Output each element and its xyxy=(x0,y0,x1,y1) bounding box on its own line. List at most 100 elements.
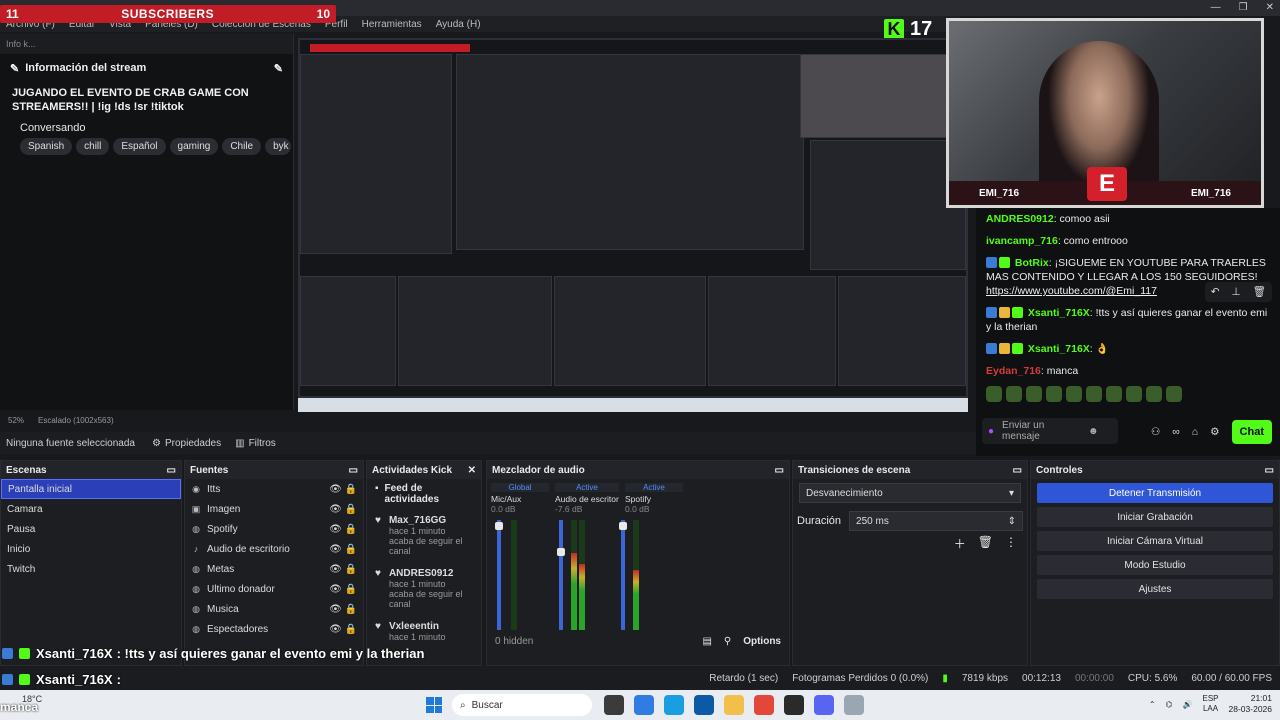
zoom-level[interactable]: 52% xyxy=(8,416,24,425)
transition-select[interactable]: Desvanecimiento ▾ xyxy=(799,483,1021,503)
visibility-icon[interactable]: 👁 xyxy=(329,564,342,575)
chat-user[interactable]: Eydan_716 xyxy=(986,365,1041,377)
obs-icon[interactable] xyxy=(784,695,804,715)
dock-menu-icon[interactable]: ▭ xyxy=(775,465,784,476)
dock-menu-icon[interactable]: ▭ xyxy=(1265,465,1274,476)
emote-icon[interactable] xyxy=(1026,386,1042,402)
visibility-icon[interactable]: 👁 xyxy=(329,584,342,595)
more-icon[interactable]: ⋮ xyxy=(1005,535,1017,552)
spotify-fader[interactable] xyxy=(621,520,625,630)
chat-link[interactable]: https://www.youtube.com/@Emi_117 xyxy=(986,285,1157,297)
emote-icon[interactable] xyxy=(1126,386,1142,402)
lock-icon[interactable]: 🔒 xyxy=(345,624,357,635)
options-button[interactable]: Options xyxy=(743,636,781,647)
scene-item[interactable]: Inicio xyxy=(1,539,181,559)
file-explorer-icon[interactable] xyxy=(724,695,744,715)
emote-icon[interactable] xyxy=(1146,386,1162,402)
visibility-icon[interactable]: 👁 xyxy=(329,624,342,635)
lock-icon[interactable]: 🔒 xyxy=(345,484,357,495)
desktop-fader[interactable] xyxy=(559,520,563,630)
emote-icon[interactable] xyxy=(1166,386,1182,402)
store-app-icon[interactable] xyxy=(694,695,714,715)
visibility-icon[interactable]: 👁 xyxy=(329,524,342,535)
users-icon[interactable]: ⚇ xyxy=(1151,425,1160,439)
dock-menu-icon[interactable]: ▭ xyxy=(167,465,176,476)
source-item[interactable]: ▣ Imagen 👁 🔒 xyxy=(185,499,363,519)
emote-icon[interactable] xyxy=(1006,386,1022,402)
emote-icon[interactable] xyxy=(986,386,1002,402)
emote-icon[interactable] xyxy=(1066,386,1082,402)
edit-icon[interactable]: ✎ xyxy=(274,62,283,75)
source-item[interactable]: ◍ Metas 👁 🔒 xyxy=(185,559,363,579)
spotify-fader-knob[interactable] xyxy=(619,522,627,530)
emote-icon[interactable] xyxy=(1106,386,1122,402)
delete-icon[interactable]: 🗑 xyxy=(1253,285,1266,299)
link-icon[interactable]: ⚲ xyxy=(724,636,731,647)
chat-user[interactable]: ANDRES0912 xyxy=(986,213,1054,225)
reply-icon[interactable]: ↶ xyxy=(1211,285,1220,299)
trash-icon[interactable]: 🗑 xyxy=(978,535,993,552)
infinity-icon[interactable]: ∞ xyxy=(1172,425,1180,439)
clock[interactable]: 21:01 28-03-2026 xyxy=(1229,693,1272,715)
pin-message-icon[interactable]: ⊥ xyxy=(1232,285,1241,299)
visibility-icon[interactable]: 👁 xyxy=(329,544,342,555)
emote-icon[interactable] xyxy=(1046,386,1062,402)
add-icon[interactable]: ＋ xyxy=(954,535,966,552)
visibility-icon[interactable]: 👁 xyxy=(329,484,342,495)
emote-icon[interactable] xyxy=(1086,386,1102,402)
source-item[interactable]: ◍ Espectadores 👁 🔒 xyxy=(185,619,363,639)
settings-icon[interactable]: ⚙ xyxy=(1210,425,1219,439)
network-icon[interactable]: ⌬ xyxy=(1166,700,1173,709)
minimize-icon[interactable]: — xyxy=(1211,2,1221,13)
dock-menu-icon[interactable]: ▭ xyxy=(349,465,358,476)
stream-preview[interactable] xyxy=(298,38,968,412)
windows-start-icon[interactable] xyxy=(426,697,442,713)
chrome-icon[interactable] xyxy=(754,695,774,715)
keyboard-layout[interactable]: ESP LAA xyxy=(1203,694,1219,714)
close-icon[interactable]: ✕ xyxy=(1266,2,1274,13)
studio-mode-button[interactable]: Modo Estudio xyxy=(1037,555,1273,575)
menu-item-herramientas[interactable]: Herramientas xyxy=(362,19,422,30)
emoji-icon[interactable]: ☻ xyxy=(1088,426,1099,437)
chat-user[interactable]: ivancamp_716 xyxy=(986,235,1058,247)
dock-menu-icon[interactable]: ▭ xyxy=(1013,465,1022,476)
lock-icon[interactable]: 🔒 xyxy=(345,524,357,535)
chat-send-button[interactable]: Chat xyxy=(1231,420,1272,444)
scene-item[interactable]: Camara xyxy=(1,499,181,519)
scene-item[interactable]: Twitch xyxy=(1,559,181,579)
maximize-icon[interactable]: ❐ xyxy=(1239,2,1248,13)
visibility-icon[interactable]: 👁 xyxy=(329,504,342,515)
lock-icon[interactable]: 🔒 xyxy=(345,564,357,575)
source-item[interactable]: ◍ Spotify 👁 🔒 xyxy=(185,519,363,539)
chat-user[interactable]: BotRix xyxy=(1015,257,1049,269)
lock-icon[interactable]: 🔒 xyxy=(345,504,357,515)
scene-item[interactable]: Pantalla inicial xyxy=(1,479,181,499)
mic-fader-knob[interactable] xyxy=(495,522,503,530)
menu-item-ayuda[interactable]: Ayuda (H) xyxy=(436,19,481,30)
taskbar-search[interactable]: ⌕ Buscar xyxy=(452,694,592,716)
source-item[interactable]: ♪ Audio de escritorio 👁 🔒 xyxy=(185,539,363,559)
virtual-camera-button[interactable]: Iniciar Cámara Virtual xyxy=(1037,531,1273,551)
properties-button[interactable]: ⚙ Propiedades xyxy=(152,438,221,449)
mic-icon[interactable]: ● xyxy=(988,426,994,437)
stop-stream-button[interactable]: Detener Transmisión xyxy=(1037,483,1273,503)
source-item[interactable]: ◍ Musica 👁 🔒 xyxy=(185,599,363,619)
lock-icon[interactable]: 🔒 xyxy=(345,604,357,615)
chat-input[interactable]: ● Enviar un mensaje ☻ xyxy=(982,418,1118,444)
start-recording-button[interactable]: Iniciar Grabación xyxy=(1037,507,1273,527)
settings-button[interactable]: Ajustes xyxy=(1037,579,1273,599)
app-icon[interactable] xyxy=(844,695,864,715)
scene-item[interactable]: Pausa xyxy=(1,519,181,539)
layout-icon[interactable]: ▤ xyxy=(702,636,711,647)
store-icon[interactable]: ⌂ xyxy=(1192,425,1198,439)
duration-input[interactable]: 250 ms ⇕ xyxy=(849,511,1023,531)
info-tab[interactable]: Info k... xyxy=(0,34,293,54)
lock-icon[interactable]: 🔒 xyxy=(345,584,357,595)
filters-button[interactable]: ▥ Filtros xyxy=(235,438,276,449)
chat-input-placeholder[interactable]: Enviar un mensaje xyxy=(1002,420,1080,442)
task-view-icon[interactable] xyxy=(604,695,624,715)
chat-user[interactable]: Xsanti_716X xyxy=(1028,307,1090,319)
tray-chevron-icon[interactable]: ⌃ xyxy=(1149,700,1156,709)
chat-user[interactable]: Xsanti_716X xyxy=(1028,343,1090,355)
discord-icon[interactable] xyxy=(814,695,834,715)
